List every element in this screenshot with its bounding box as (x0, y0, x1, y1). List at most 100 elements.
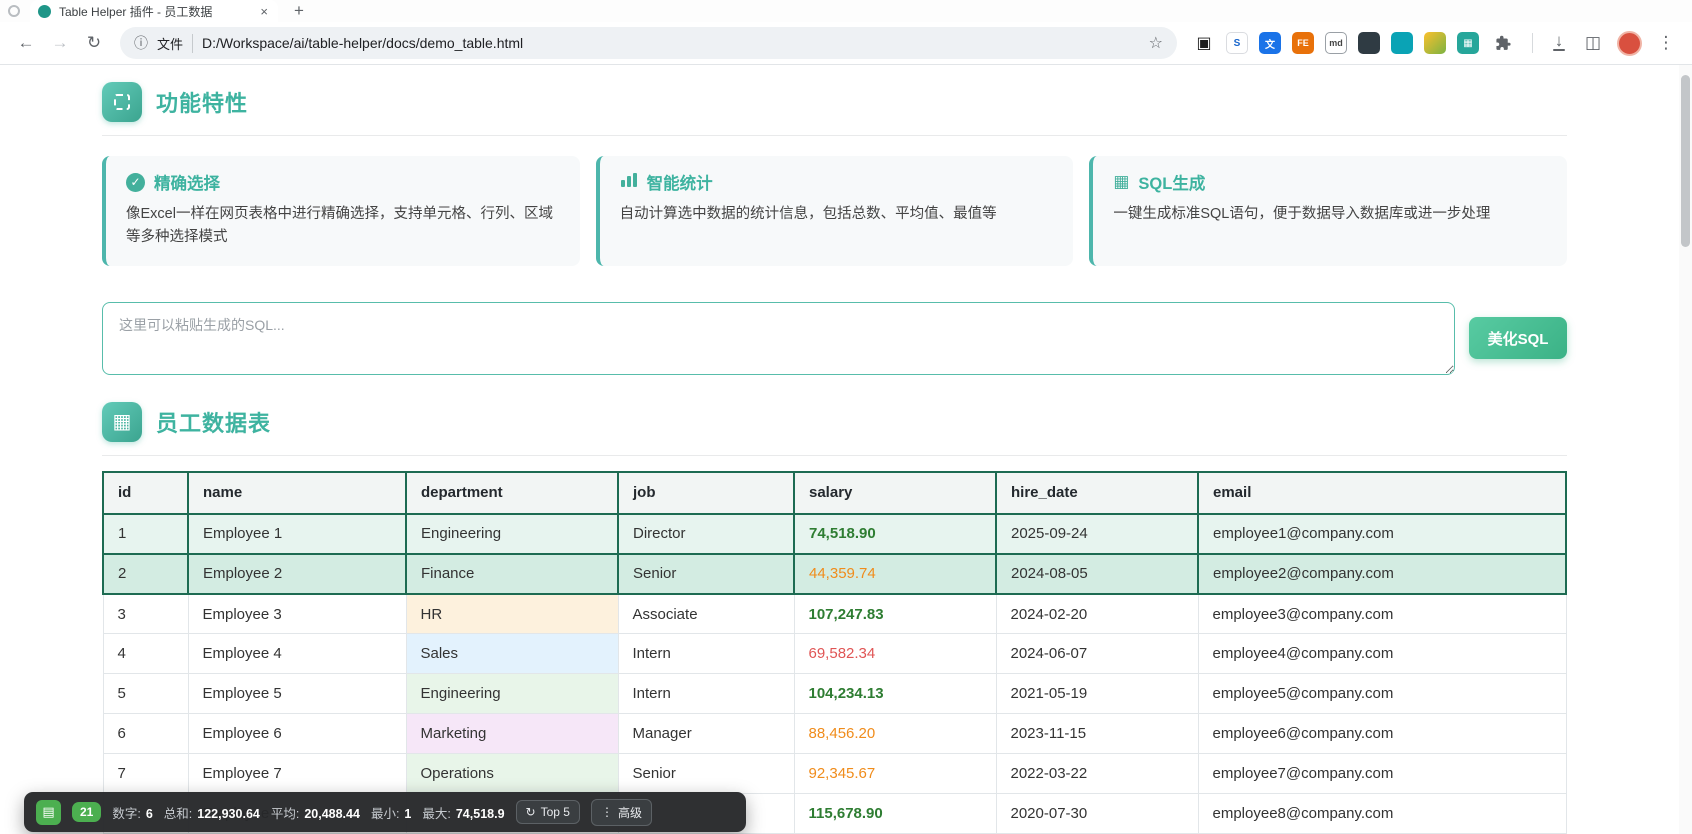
sql-input[interactable] (102, 302, 1455, 375)
beautify-sql-button[interactable]: 美化SQL (1469, 317, 1567, 359)
page-info-icon[interactable]: ⓘ (134, 33, 148, 53)
table-cell[interactable]: Finance (406, 554, 618, 594)
table-cell[interactable]: 4 (103, 634, 188, 674)
table-cell[interactable]: Employee 5 (188, 674, 406, 714)
table-row: 4 Employee 4 Sales Intern 69,582.34 2024… (103, 634, 1566, 674)
downloads-icon[interactable]: ↓ (1543, 27, 1575, 59)
table-cell[interactable]: 2020-07-30 (996, 794, 1198, 834)
tab-search-icon[interactable] (8, 5, 20, 17)
extension-icon-6[interactable] (1358, 32, 1380, 54)
extension-icon-8[interactable] (1424, 32, 1446, 54)
table-row: 3 Employee 3 HR Associate 107,247.83 202… (103, 594, 1566, 634)
column-header[interactable]: department (406, 472, 618, 514)
extension-icon-1[interactable]: ▣ (1193, 32, 1215, 54)
url-text[interactable]: D:/Workspace/ai/table-helper/docs/demo_t… (202, 35, 1140, 51)
table-cell[interactable]: 3 (103, 594, 188, 634)
table-cell[interactable]: 2024-08-05 (996, 554, 1198, 594)
table-cell[interactable]: 2023-11-15 (996, 714, 1198, 754)
page-scrollbar[interactable] (1679, 65, 1692, 834)
column-header[interactable]: name (188, 472, 406, 514)
table-cell-department[interactable]: HR (406, 594, 618, 634)
table-cell[interactable]: Associate (618, 594, 794, 634)
table-cell[interactable]: Intern (618, 634, 794, 674)
table-cell[interactable]: Employee 6 (188, 714, 406, 754)
table-cell[interactable]: employee2@company.com (1198, 554, 1566, 594)
tab-title: Table Helper 插件 - 员工数据 (59, 3, 250, 20)
reload-button[interactable]: ↻ (78, 27, 110, 59)
address-bar[interactable]: ⓘ 文件 D:/Workspace/ai/table-helper/docs/d… (120, 27, 1177, 59)
card-description: 一键生成标准SQL语句，便于数据导入数据库或进一步处理 (1113, 203, 1547, 226)
extension-icon-5[interactable]: md (1325, 32, 1347, 54)
extension-icon-9[interactable]: ▦ (1457, 32, 1479, 54)
top5-button[interactable]: ↻ Top 5 (516, 800, 580, 824)
extension-row: ▣ S 文 FE md ▦ (1187, 30, 1522, 56)
scrollbar-thumb[interactable] (1681, 75, 1690, 247)
table-cell[interactable]: employee5@company.com (1198, 674, 1566, 714)
menu-icon[interactable]: ⋮ (1650, 27, 1682, 59)
table-cell[interactable]: 2025-09-24 (996, 514, 1198, 554)
table-cell-salary[interactable]: 92,345.67 (794, 754, 996, 794)
table-cell[interactable]: 2024-06-07 (996, 634, 1198, 674)
table-cell[interactable]: Employee 1 (188, 514, 406, 554)
advanced-button[interactable]: ⋮ 高级 (591, 799, 652, 826)
table-cell[interactable]: employee6@company.com (1198, 714, 1566, 754)
table-cell[interactable]: employee4@company.com (1198, 634, 1566, 674)
back-button[interactable]: ← (10, 27, 42, 59)
table-cell[interactable]: employee3@company.com (1198, 594, 1566, 634)
table-cell-department[interactable]: Sales (406, 634, 618, 674)
column-header[interactable]: hire_date (996, 472, 1198, 514)
tab-favicon-icon (38, 5, 51, 18)
extension-icon-4[interactable]: FE (1292, 32, 1314, 54)
table-cell[interactable]: employee8@company.com (1198, 794, 1566, 834)
browser-tab[interactable]: Table Helper 插件 - 员工数据 × (30, 0, 278, 22)
table-row: 5 Employee 5 Engineering Intern 104,234.… (103, 674, 1566, 714)
table-cell[interactable]: Senior (618, 754, 794, 794)
table-cell-department[interactable]: Operations (406, 754, 618, 794)
extension-icon-7[interactable] (1391, 32, 1413, 54)
extension-icon-3[interactable]: 文 (1259, 32, 1281, 54)
forward-button[interactable]: → (44, 27, 76, 59)
table-cell[interactable]: Employee 3 (188, 594, 406, 634)
table-cell[interactable]: 2 (103, 554, 188, 594)
side-panel-icon[interactable]: ◫ (1577, 27, 1609, 59)
table-cell-salary[interactable]: 69,582.34 (794, 634, 996, 674)
extensions-puzzle-icon[interactable] (1490, 30, 1516, 56)
column-header[interactable]: id (103, 472, 188, 514)
table-cell-salary[interactable]: 104,234.13 (794, 674, 996, 714)
new-tab-button[interactable]: + (294, 1, 304, 21)
extension-icon-2[interactable]: S (1226, 32, 1248, 54)
table-cell[interactable]: Employee 4 (188, 634, 406, 674)
features-title: 功能特性 (156, 86, 248, 118)
table-cell-department[interactable]: Marketing (406, 714, 618, 754)
table-cell[interactable]: 6 (103, 714, 188, 754)
table-cell[interactable]: Intern (618, 674, 794, 714)
table-cell[interactable]: employee1@company.com (1198, 514, 1566, 554)
table-cell-salary[interactable]: 107,247.83 (794, 594, 996, 634)
table-cell[interactable]: 1 (103, 514, 188, 554)
column-header[interactable]: email (1198, 472, 1566, 514)
table-cell[interactable]: Director (618, 514, 794, 554)
table-cell-salary[interactable]: 74,518.90 (794, 514, 996, 554)
table-cell[interactable]: Engineering (406, 514, 618, 554)
table-cell-salary[interactable]: 88,456.20 (794, 714, 996, 754)
table-cell[interactable]: 2021-05-19 (996, 674, 1198, 714)
table-cell-salary[interactable]: 44,359.74 (794, 554, 996, 594)
table-cell[interactable]: employee7@company.com (1198, 754, 1566, 794)
feature-card-precise-select: ✓ 精确选择 像Excel一样在网页表格中进行精确选择，支持单元格、行列、区域等… (102, 156, 580, 266)
table-cell-department[interactable]: Engineering (406, 674, 618, 714)
tab-close-icon[interactable]: × (258, 4, 270, 19)
profile-avatar[interactable] (1617, 31, 1642, 56)
table-cell[interactable]: 2024-02-20 (996, 594, 1198, 634)
table-cell[interactable]: Employee 7 (188, 754, 406, 794)
table-cell[interactable]: Employee 2 (188, 554, 406, 594)
column-header[interactable]: job (618, 472, 794, 514)
table-cell[interactable]: Senior (618, 554, 794, 594)
table-cell[interactable]: 7 (103, 754, 188, 794)
column-header[interactable]: salary (794, 472, 996, 514)
table-cell[interactable]: Manager (618, 714, 794, 754)
table-cell-salary[interactable]: 115,678.90 (794, 794, 996, 834)
bookmark-star-icon[interactable]: ☆ (1149, 33, 1163, 53)
table-cell[interactable]: 5 (103, 674, 188, 714)
employee-table: id name department job salary hire_date … (102, 471, 1567, 834)
table-cell[interactable]: 2022-03-22 (996, 754, 1198, 794)
